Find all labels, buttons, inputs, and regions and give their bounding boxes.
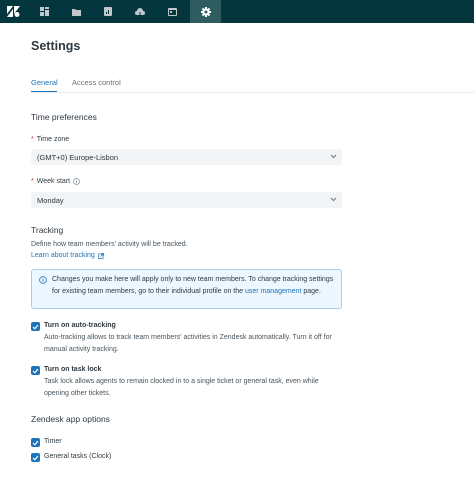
learn-about-tracking-text[interactable]: Learn about tracking [31, 250, 95, 261]
nav-calendar-button[interactable] [157, 0, 188, 23]
auto-tracking-label[interactable]: Turn on auto-tracking [44, 322, 116, 329]
cloud-icon [134, 7, 145, 16]
timer-checkbox[interactable] [31, 438, 40, 447]
timezone-label: * Time zone [31, 136, 69, 143]
folder-icon [72, 8, 81, 16]
tracking-heading: Tracking [31, 225, 64, 235]
task-lock-label[interactable]: Turn on task lock [44, 366, 101, 373]
checkmark-icon [32, 455, 39, 461]
settings-icon [200, 6, 211, 17]
time-preferences-heading: Time preferences [31, 112, 97, 122]
app-options-heading: Zendesk app options [31, 414, 110, 424]
user-management-link[interactable]: user management [245, 288, 301, 295]
learn-about-tracking-link[interactable]: Learn about tracking [31, 250, 104, 261]
tab-general[interactable]: General [31, 78, 58, 87]
task-lock-checkbox[interactable] [31, 366, 40, 375]
tabs-divider [31, 92, 474, 93]
external-link-icon [97, 252, 104, 259]
auto-tracking-checkbox[interactable] [31, 322, 40, 331]
help-icon[interactable] [73, 178, 80, 185]
tab-access-control[interactable]: Access control [72, 78, 121, 87]
top-nav-bar [0, 0, 474, 23]
timezone-label-text: Time zone [36, 136, 70, 143]
nav-folder-button[interactable] [61, 0, 92, 23]
week-start-value: Monday [37, 195, 64, 205]
nav-dashboard-button[interactable] [29, 0, 60, 23]
week-start-select[interactable]: Monday [31, 192, 342, 208]
calendar-icon [168, 8, 177, 16]
reports-icon [103, 7, 112, 16]
timezone-select[interactable]: (GMT+0) Europe-Lisbon [31, 149, 342, 165]
nav-reports-button[interactable] [92, 0, 123, 23]
chevron-down-icon [330, 197, 337, 202]
checkmark-icon [32, 324, 39, 330]
tracking-info-notice: Changes you make here will apply only to… [31, 269, 342, 309]
auto-tracking-description: Auto-tracking allows to track team membe… [44, 334, 332, 353]
chevron-down-icon [330, 154, 337, 159]
task-lock-description: Task lock allows agents to remain clocke… [44, 378, 319, 397]
checkmark-icon [32, 368, 39, 374]
notice-text: Changes you make here will apply only to… [52, 274, 338, 297]
general-tasks-label[interactable]: General tasks (Clock) [44, 453, 111, 460]
required-marker: * [31, 136, 34, 143]
timezone-value: (GMT+0) Europe-Lisbon [37, 152, 119, 162]
general-tasks-checkbox[interactable] [31, 453, 40, 462]
tracking-description: Define how team members' activity will b… [31, 241, 188, 248]
week-start-label-text: Week start [36, 178, 71, 185]
page-title: Settings [31, 39, 81, 53]
zendesk-logo-icon[interactable] [0, 0, 27, 23]
nav-settings-button[interactable] [190, 0, 221, 23]
dashboard-icon [40, 7, 49, 16]
info-icon [39, 276, 47, 284]
notice-suffix: page. [301, 287, 321, 295]
nav-cloud-button[interactable] [124, 0, 155, 23]
required-marker: * [31, 178, 34, 185]
timer-label[interactable]: Timer [44, 438, 62, 445]
week-start-label: * Week start [31, 178, 80, 185]
checkmark-icon [32, 440, 39, 446]
